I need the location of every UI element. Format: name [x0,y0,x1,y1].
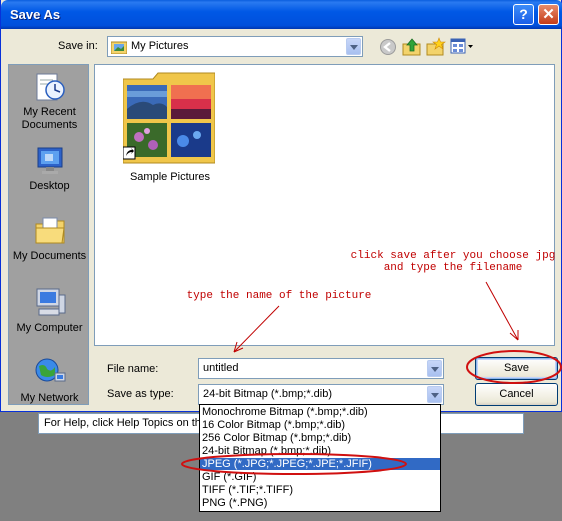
annotation-arrowhead [509,330,519,341]
annotation-arrow-name [233,305,280,353]
annotation-arrow-save [485,281,519,341]
annotation-ellipse-jpeg [181,453,407,475]
annotation-overlay [181,281,562,475]
annotation-ellipse-save [466,350,562,384]
screenshot: Save As ? ✕ Save in: My Pictures My Rece… [0,0,562,521]
